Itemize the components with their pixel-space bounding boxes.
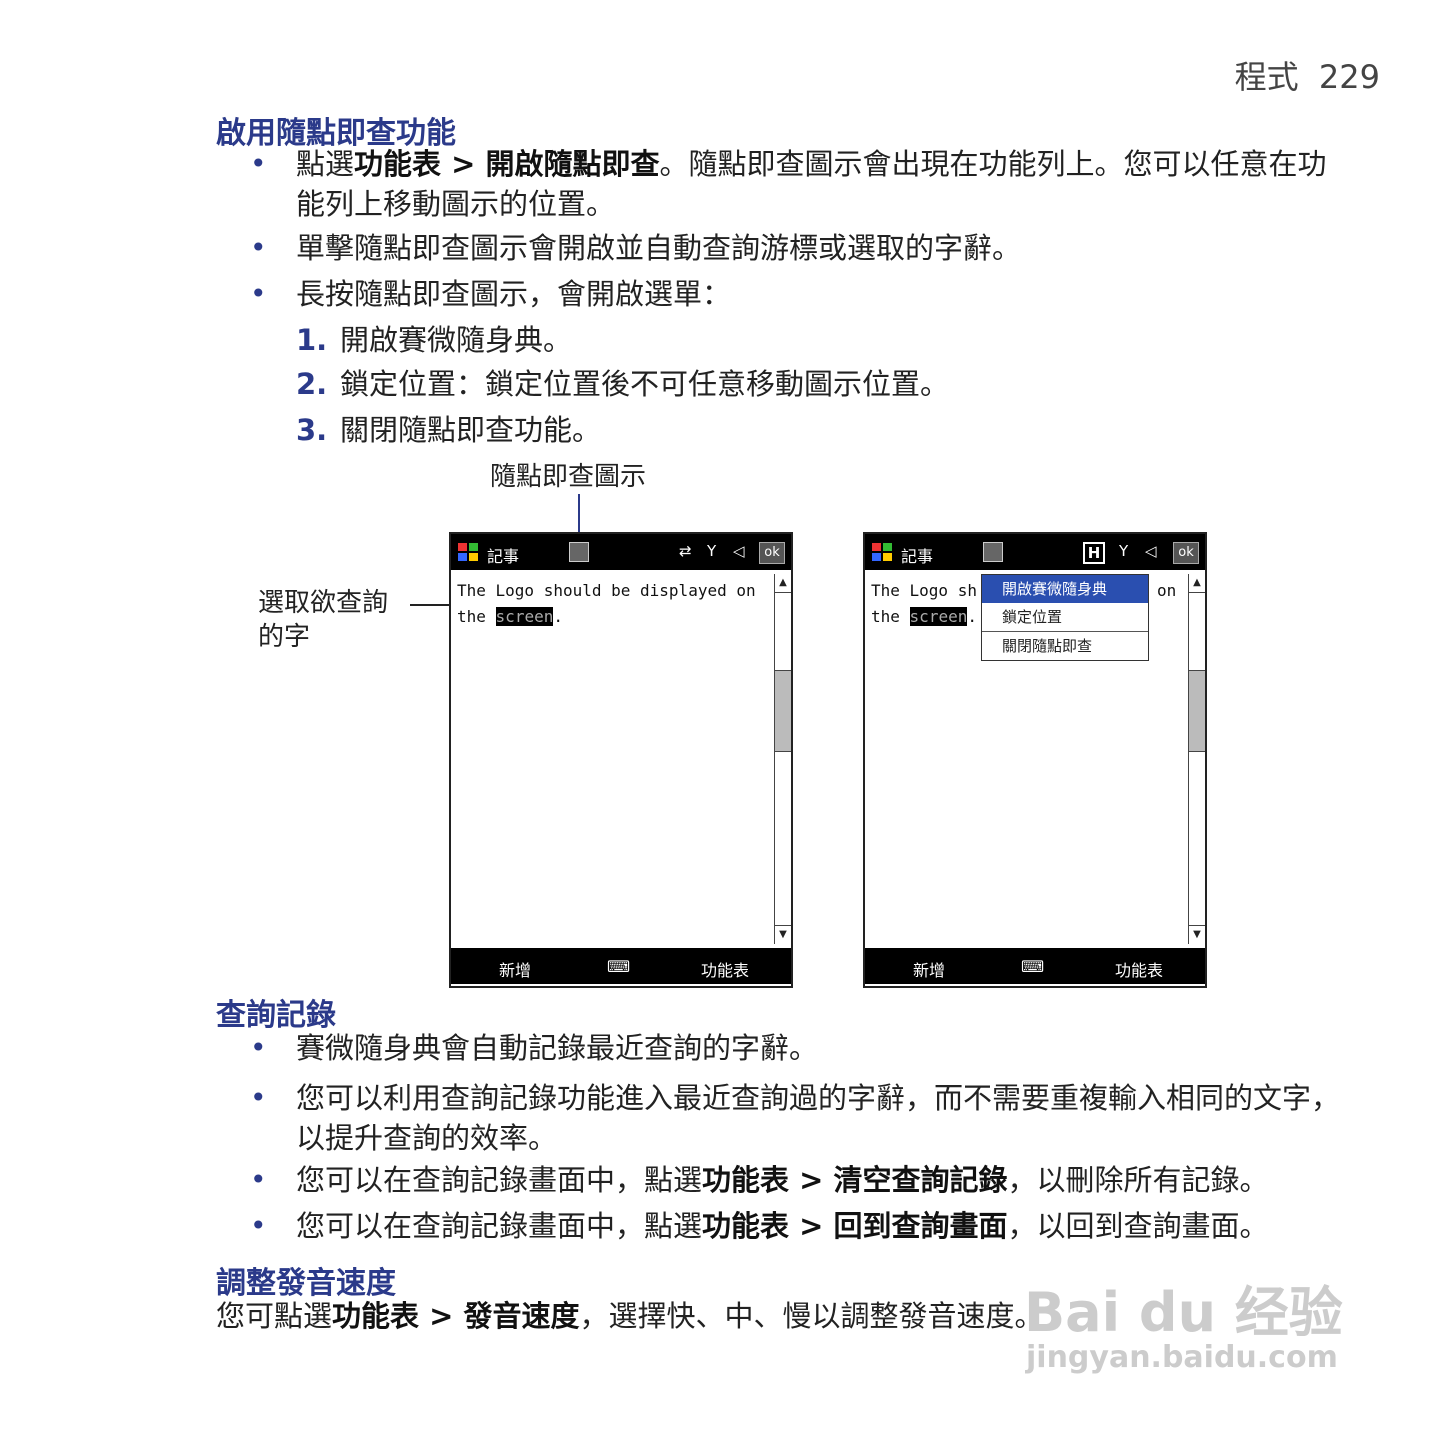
bullet-text: 您可以在查詢記錄畫面中，點選功能表 > 回到查詢畫面，以回到查詢畫面。	[296, 1209, 1269, 1243]
sync-icon: ⇄	[679, 542, 692, 560]
watermark-logo: Bai du 经验	[1024, 1281, 1343, 1344]
caption-word: 選取欲查詢 的字	[258, 588, 389, 652]
bullet-item: • 您可以利用查詢記錄功能進入最近查詢過的字辭，而不需要重複輸入相同的文字，以提…	[250, 1078, 1340, 1158]
numbered-item: 3. 關閉隨點即查功能。	[296, 413, 602, 447]
keyboard-icon[interactable]: ⌨	[607, 957, 630, 976]
bullet-dot: •	[250, 1031, 267, 1064]
phone-screen-right: 記事 H Y ◁ ok The Logo sh on the screen. 開啟…	[863, 532, 1207, 988]
note-body[interactable]: The Logo should be displayed on the scre…	[451, 570, 791, 948]
section-name: 程式	[1234, 58, 1299, 96]
title-bar: 記事 ⇄ Y ◁ ok	[451, 534, 791, 570]
bullet-text: 您可以利用查詢記錄功能進入最近查詢過的字辭，而不需要重複輸入相同的文字，以提升查…	[296, 1081, 1341, 1155]
speaker-icon: ◁	[733, 542, 745, 560]
windows-start-icon[interactable]	[457, 541, 479, 563]
scroll-up-icon[interactable]: ▲	[775, 574, 791, 593]
softkey-menu[interactable]: 功能表	[701, 957, 749, 981]
hsdpa-icon: H	[1083, 542, 1105, 564]
note-body[interactable]: The Logo sh on the screen. 開啟賽微隨身典 鎖定位置 關…	[865, 570, 1205, 948]
phone-screen-left: 記事 ⇄ Y ◁ ok The Logo should be displayed…	[449, 532, 793, 988]
ok-button[interactable]: ok	[1173, 542, 1199, 564]
signal-icon: Y	[707, 542, 717, 560]
caption-icon: 隨點即查圖示	[490, 462, 647, 492]
page-header: 程式 229	[1180, 52, 1380, 98]
numbered-item: 2. 鎖定位置：鎖定位置後不可任意移動圖示位置。	[296, 367, 950, 401]
popup-menu: 開啟賽微隨身典 鎖定位置 關閉隨點即查	[981, 574, 1149, 661]
scroll-thumb[interactable]	[775, 670, 791, 752]
lookup-icon[interactable]	[569, 542, 589, 562]
menu-item-open-dictionary[interactable]: 開啟賽微隨身典	[982, 575, 1148, 603]
bullet-dot: •	[250, 231, 267, 264]
scroll-thumb[interactable]	[1189, 670, 1205, 752]
bullet-text: 您可以在查詢記錄畫面中，點選功能表 > 清空查詢記錄，以刪除所有記錄。	[296, 1163, 1269, 1197]
watermark-url: jingyan.baidu.com	[1026, 1340, 1338, 1375]
scrollbar[interactable]: ▲ ▼	[1188, 574, 1205, 944]
softkey-bar: 新增 ⌨ 功能表	[865, 948, 1205, 984]
callout-line	[578, 494, 580, 532]
bullet-item: • 點選功能表 > 開啟隨點即查。隨點即查圖示會出現在功能列上。您可以任意在功能…	[250, 144, 1340, 224]
app-title: 記事	[487, 547, 520, 566]
bullet-text: 點選功能表 > 開啟隨點即查。隨點即查圖示會出現在功能列上。您可以任意在功能列上…	[296, 147, 1327, 221]
bullet-text: 單擊隨點即查圖示會開啟並自動查詢游標或選取的字辭。	[296, 231, 1022, 265]
bullet-item: • 您可以在查詢記錄畫面中，點選功能表 > 回到查詢畫面，以回到查詢畫面。	[250, 1206, 1340, 1246]
bullet-item: • 賽微隨身典會自動記錄最近查詢的字辭。	[250, 1028, 1340, 1068]
note-text[interactable]: The Logo should be displayed on the scre…	[457, 578, 767, 630]
bullet-dot: •	[250, 1081, 267, 1114]
selected-word[interactable]: screen	[495, 607, 554, 626]
menu-item-close-lookup[interactable]: 關閉隨點即查	[982, 631, 1148, 660]
bullet-item: • 長按隨點即查圖示，會開啟選單：	[250, 274, 1340, 314]
bullet-dot: •	[250, 1163, 267, 1196]
softkey-bar: 新增 ⌨ 功能表	[451, 948, 791, 984]
page-number: 229	[1318, 58, 1380, 96]
softkey-new[interactable]: 新增	[913, 957, 945, 981]
ok-button[interactable]: ok	[759, 542, 785, 564]
scroll-up-icon[interactable]: ▲	[1189, 574, 1205, 593]
menu-item-lock-position[interactable]: 鎖定位置	[982, 603, 1148, 631]
bullet-item: • 單擊隨點即查圖示會開啟並自動查詢游標或選取的字辭。	[250, 228, 1340, 268]
speaker-icon: ◁	[1145, 542, 1157, 560]
keyboard-icon[interactable]: ⌨	[1021, 957, 1044, 976]
scrollbar[interactable]: ▲ ▼	[774, 574, 791, 944]
numbered-item: 1. 開啟賽微隨身典。	[296, 323, 573, 357]
softkey-new[interactable]: 新增	[499, 957, 531, 981]
bullet-dot: •	[250, 277, 267, 310]
title-bar: 記事 H Y ◁ ok	[865, 534, 1205, 570]
scroll-down-icon[interactable]: ▼	[1189, 925, 1205, 944]
app-title: 記事	[901, 547, 934, 566]
windows-start-icon[interactable]	[871, 541, 893, 563]
selected-word[interactable]: screen	[909, 607, 968, 626]
softkey-menu[interactable]: 功能表	[1115, 957, 1163, 981]
signal-icon: Y	[1119, 542, 1129, 560]
bullet-dot: •	[250, 147, 267, 180]
bullet-text: 賽微隨身典會自動記錄最近查詢的字辭。	[296, 1031, 819, 1065]
bullet-dot: •	[250, 1209, 267, 1242]
bullet-item: • 您可以在查詢記錄畫面中，點選功能表 > 清空查詢記錄，以刪除所有記錄。	[250, 1160, 1340, 1200]
bullet-text: 長按隨點即查圖示，會開啟選單：	[296, 277, 732, 311]
lookup-icon[interactable]	[983, 542, 1003, 562]
scroll-down-icon[interactable]: ▼	[775, 925, 791, 944]
